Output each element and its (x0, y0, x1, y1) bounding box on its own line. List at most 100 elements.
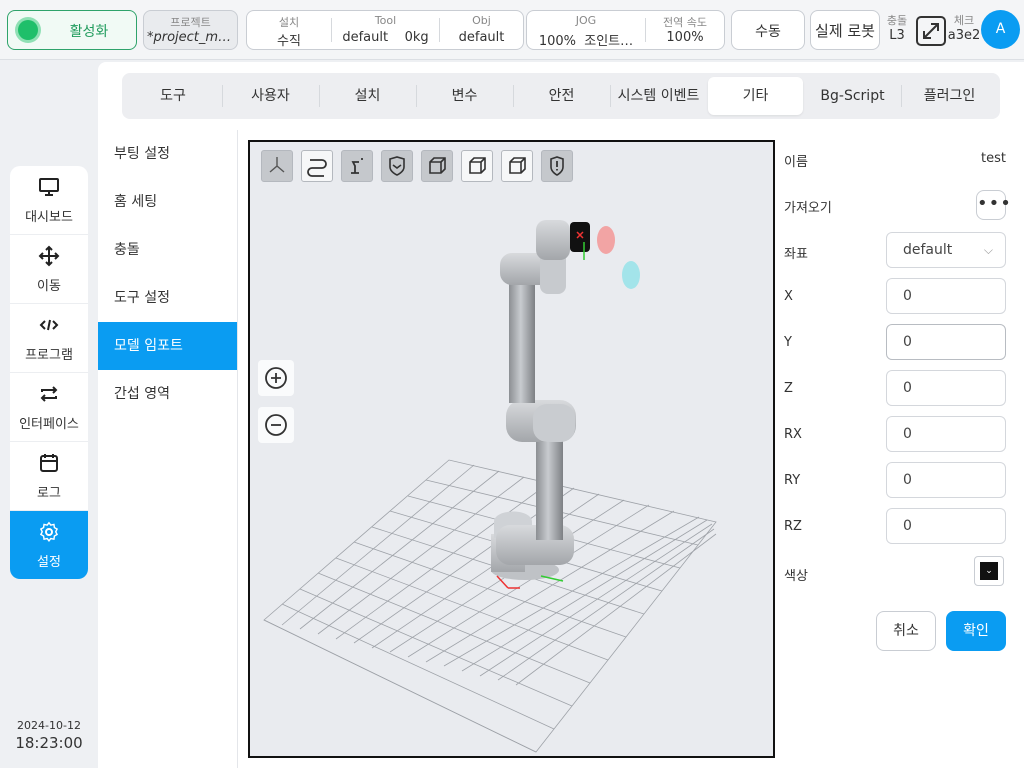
jog-value: 100% 조인트… (527, 30, 645, 49)
nav-item-settings[interactable]: 설정 (10, 511, 88, 579)
activate-button[interactable]: 활성화 (7, 10, 137, 50)
gear-icon (10, 521, 88, 543)
obj-cell[interactable]: Obj default (440, 11, 523, 49)
tab-bg-script[interactable]: Bg-Script (805, 77, 900, 115)
time-text: 18:23:00 (15, 734, 83, 752)
tab-user[interactable]: 사용자 (223, 77, 318, 115)
move-icon (10, 245, 88, 267)
color-picker[interactable]: ⌄ (974, 556, 1004, 586)
submenu-interference-zone[interactable]: 간섭 영역 (98, 370, 237, 418)
jog-mode: 조인트… (584, 34, 634, 49)
swap-icon (10, 383, 88, 405)
submenu-boot-settings[interactable]: 부팅 설정 (98, 130, 237, 178)
tab-system-events[interactable]: 시스템 이벤트 (611, 77, 706, 115)
chevron-down-icon: ⌄ (980, 562, 998, 580)
collision-level[interactable]: 충돌 L3 (882, 12, 912, 43)
check-value: a3e2 (947, 28, 981, 43)
top-bar: 활성화 프로젝트 *project_mo… 설치 수직 Tool default… (0, 0, 1024, 60)
install-cell[interactable]: 설치 수직 (247, 11, 331, 49)
coord-select-value: default (903, 242, 953, 258)
color-label: 색상 (784, 569, 808, 584)
collision-caption: 충돌 (886, 14, 908, 27)
speed-caption: 전역 속도 (663, 16, 707, 29)
settings-submenu: 부팅 설정 홈 세팅 충돌 도구 설정 모델 임포트 간섭 영역 (98, 130, 238, 768)
rz-input[interactable]: 0 (886, 508, 1006, 544)
nav-item-program[interactable]: 프로그램 (10, 304, 88, 373)
tab-other[interactable]: 기타 (708, 77, 803, 115)
main-panel: 도구 사용자 설치 변수 안전 시스템 이벤트 기타 Bg-Script 플러그… (98, 62, 1024, 768)
clock: 2024-10-12 18:23:00 (0, 719, 98, 752)
nav-label: 설정 (37, 555, 61, 570)
speed-value: 100% (666, 30, 704, 45)
confirm-button[interactable]: 확인 (946, 611, 1006, 651)
jog-cell[interactable]: JOG 100% 조인트… (527, 11, 645, 49)
tool-name: default (342, 30, 389, 45)
submenu-tool-settings[interactable]: 도구 설정 (98, 274, 237, 322)
jog-speed-group[interactable]: JOG 100% 조인트… 전역 속도 100% (526, 10, 725, 50)
nav-label: 인터페이스 (19, 417, 79, 432)
ry-input[interactable]: 0 (886, 462, 1006, 498)
nav-item-interface[interactable]: 인터페이스 (10, 373, 88, 442)
nav-label: 프로그램 (25, 348, 73, 363)
real-robot-button[interactable]: 실제 로봇 (810, 10, 880, 50)
date-text: 2024-10-12 (17, 719, 81, 732)
tab-safety[interactable]: 안전 (514, 77, 609, 115)
tab-install[interactable]: 설치 (320, 77, 415, 115)
coord-select[interactable]: default ⌵ (886, 232, 1006, 268)
x-input[interactable]: 0 (886, 278, 1006, 314)
cancel-button[interactable]: 취소 (876, 611, 936, 651)
obj-value: default (458, 30, 505, 45)
floor-grid (263, 459, 717, 753)
nav-label: 이동 (37, 279, 61, 294)
left-nav: 대시보드 이동 프로그램 인터페이스 로그 설정 (10, 166, 88, 579)
obj-caption: Obj (472, 14, 491, 27)
avatar[interactable]: A (981, 10, 1020, 49)
nav-label: 로그 (37, 486, 61, 501)
rx-label: RX (784, 427, 802, 442)
y-input[interactable]: 0 (886, 324, 1006, 360)
z-label: Z (784, 381, 793, 396)
collision-value: L3 (889, 28, 905, 43)
install-caption: 설치 (278, 16, 300, 29)
robot-scene (263, 220, 717, 753)
speed-cell[interactable]: 전역 속도 100% (646, 11, 724, 49)
x-label: X (784, 289, 793, 304)
rx-input[interactable]: 0 (886, 416, 1006, 452)
project-caption: 프로젝트 (170, 16, 211, 29)
3d-viewport[interactable] (248, 140, 775, 758)
tab-variables[interactable]: 변수 (417, 77, 512, 115)
rz-label: RZ (784, 519, 802, 534)
manual-mode-button[interactable]: 수동 (731, 10, 805, 50)
project-selector[interactable]: 프로젝트 *project_mo… (143, 10, 238, 50)
manual-label: 수동 (755, 24, 781, 40)
submenu-collision[interactable]: 충돌 (98, 226, 237, 274)
nav-item-log[interactable]: 로그 (10, 442, 88, 511)
nav-item-move[interactable]: 이동 (10, 235, 88, 304)
tool-weight: 0kg (404, 30, 429, 45)
tool-value: default 0kg (332, 30, 439, 45)
calendar-icon (10, 452, 88, 474)
import-browse-button[interactable]: ••• (976, 190, 1011, 220)
nav-item-dashboard[interactable]: 대시보드 (10, 166, 88, 235)
install-value: 수직 (277, 34, 301, 49)
tab-plugin[interactable]: 플러그인 (902, 77, 997, 115)
install-tool-obj-group[interactable]: 설치 수직 Tool default 0kg Obj default (246, 10, 524, 50)
real-robot-label: 실제 로봇 (815, 22, 875, 40)
activate-label: 활성화 (69, 24, 109, 40)
y-label: Y (784, 335, 792, 350)
project-name: *project_mo… (147, 30, 234, 45)
check-caption: 체크 (953, 14, 975, 27)
tab-tool[interactable]: 도구 (126, 77, 220, 115)
jog-caption: JOG (575, 14, 597, 27)
import-label: 가져오기 (784, 201, 832, 216)
coord-label: 좌표 (784, 247, 808, 262)
submenu-model-import[interactable]: 모델 임포트 (98, 322, 237, 370)
chevron-down-icon: ⌵ (983, 243, 993, 257)
expand-icon[interactable] (915, 15, 947, 47)
z-input[interactable]: 0 (886, 370, 1006, 406)
tool-cell[interactable]: Tool default 0kg (332, 11, 439, 49)
submenu-home-setting[interactable]: 홈 세팅 (98, 178, 237, 226)
ry-label: RY (784, 473, 801, 488)
tool-caption: Tool (374, 14, 397, 27)
settings-tabs: 도구 사용자 설치 변수 안전 시스템 이벤트 기타 Bg-Script 플러그… (122, 73, 1000, 119)
